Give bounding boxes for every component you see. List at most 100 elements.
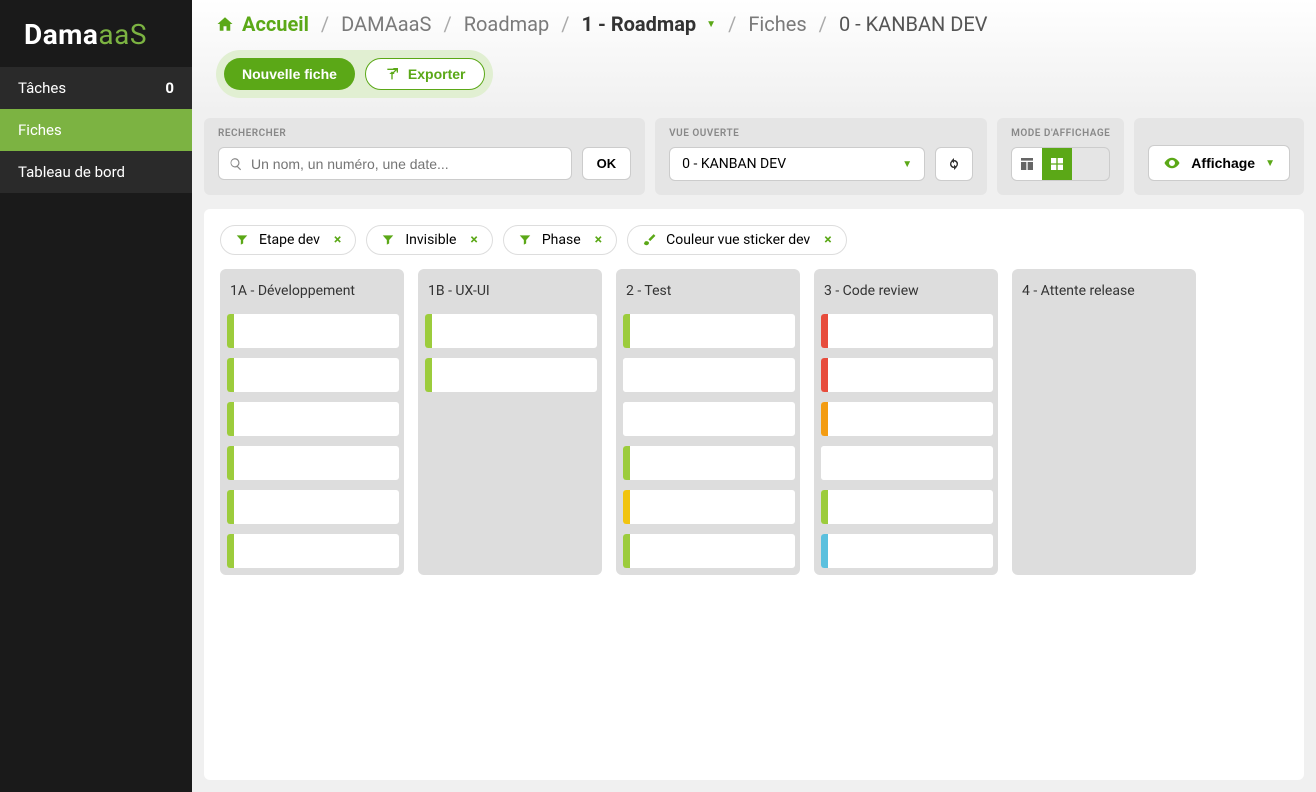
kanban-column: 1B - UX-UI xyxy=(418,269,602,575)
kanban-card-stripe xyxy=(821,446,828,480)
breadcrumb-sep: / xyxy=(722,12,742,36)
kanban-card[interactable] xyxy=(622,445,796,481)
funnel-icon xyxy=(235,233,249,247)
table-icon xyxy=(1019,156,1035,172)
kanban-card-stripe xyxy=(623,358,630,392)
kanban-card[interactable] xyxy=(622,533,796,569)
search-icon xyxy=(229,157,243,171)
search-input[interactable] xyxy=(251,156,561,172)
filter-chip[interactable]: Couleur vue sticker dev × xyxy=(627,225,847,255)
kanban-card[interactable] xyxy=(424,313,598,349)
logo-prefix: Dama xyxy=(24,18,98,51)
sidebar-item-label: Tâches xyxy=(18,79,66,97)
kanban-column-title: 1A - Développement xyxy=(220,269,404,309)
kanban-column-title: 2 - Test xyxy=(616,269,800,309)
display-panel: Affichage ▼ xyxy=(1134,118,1304,195)
view-select-value: 0 - KANBAN DEV xyxy=(682,156,786,172)
kanban-card-list xyxy=(418,309,602,399)
kanban-card-stripe xyxy=(821,402,828,436)
search-input-wrap[interactable] xyxy=(218,147,572,180)
view-select[interactable]: 0 - KANBAN DEV ▼ xyxy=(669,147,925,181)
kanban-card[interactable] xyxy=(820,313,994,349)
kanban-card[interactable] xyxy=(622,489,796,525)
kanban-card-stripe xyxy=(821,314,828,348)
breadcrumb-fiches[interactable]: Fiches xyxy=(748,12,806,36)
close-icon[interactable]: × xyxy=(466,232,481,248)
breadcrumb-sep: / xyxy=(437,12,457,36)
mode-label: MODE D'AFFICHAGE xyxy=(1011,128,1110,139)
kanban-card-stripe xyxy=(227,358,234,392)
sidebar: DamaaaS Tâches0 Fiches Tableau de bord xyxy=(0,0,192,792)
breadcrumb-damaaas[interactable]: DAMAaaS xyxy=(341,12,431,36)
caret-down-icon: ▼ xyxy=(902,159,912,170)
kanban-card[interactable] xyxy=(226,489,400,525)
brush-icon xyxy=(642,233,656,247)
mode-kanban-button[interactable] xyxy=(1042,148,1072,180)
kanban-card[interactable] xyxy=(226,401,400,437)
sidebar-item-tâches[interactable]: Tâches0 xyxy=(0,67,192,109)
kanban-card[interactable] xyxy=(622,357,796,393)
kanban-card[interactable] xyxy=(820,357,994,393)
close-icon[interactable]: × xyxy=(820,232,835,248)
kanban-card-stripe xyxy=(227,446,234,480)
kanban-card[interactable] xyxy=(622,401,796,437)
filter-chip-label: Phase xyxy=(542,232,581,248)
export-button[interactable]: Exporter xyxy=(365,58,485,90)
kanban-card[interactable] xyxy=(820,401,994,437)
kanban-card-stripe xyxy=(425,314,432,348)
sidebar-item-fiches[interactable]: Fiches xyxy=(0,109,192,151)
close-icon[interactable]: × xyxy=(330,232,345,248)
view-panel: VUE OUVERTE 0 - KANBAN DEV ▼ xyxy=(655,118,987,195)
breadcrumb-current[interactable]: 1 - Roadmap ▼ xyxy=(582,12,717,36)
kanban-column: 3 - Code review xyxy=(814,269,998,575)
display-button[interactable]: Affichage ▼ xyxy=(1148,145,1290,181)
kanban-card[interactable] xyxy=(226,313,400,349)
display-label: Affichage xyxy=(1191,155,1255,171)
refresh-button[interactable] xyxy=(935,147,973,181)
kanban-card-list xyxy=(1012,309,1196,319)
export-label: Exporter xyxy=(408,66,466,82)
breadcrumb-sep: / xyxy=(813,12,833,36)
breadcrumb-sep: / xyxy=(555,12,575,36)
kanban-card[interactable] xyxy=(622,313,796,349)
kanban-card[interactable] xyxy=(226,533,400,569)
kanban-card[interactable] xyxy=(820,445,994,481)
breadcrumb-home[interactable]: Accueil xyxy=(216,12,309,36)
kanban-columns: 1A - Développement 1B - UX-UI 2 - Test 3 - … xyxy=(220,269,1288,764)
filter-chip[interactable]: Phase × xyxy=(503,225,617,255)
kanban-card[interactable] xyxy=(820,533,994,569)
caret-down-icon: ▼ xyxy=(1265,158,1275,169)
kanban-card-stripe xyxy=(821,490,828,524)
filter-chips: Etape dev×Invisible×Phase×Couleur vue st… xyxy=(220,225,1288,255)
new-fiche-button[interactable]: Nouvelle fiche xyxy=(224,58,355,90)
filter-chip-label: Couleur vue sticker dev xyxy=(666,232,810,248)
close-icon[interactable]: × xyxy=(591,232,606,248)
kanban-card[interactable] xyxy=(424,357,598,393)
caret-down-icon: ▼ xyxy=(706,19,716,30)
kanban-card-stripe xyxy=(227,314,234,348)
breadcrumb-current-label: 1 - Roadmap xyxy=(582,12,697,36)
kanban-card-list xyxy=(616,309,800,575)
logo-suffix: aaS xyxy=(98,18,147,51)
kanban-card-stripe xyxy=(227,402,234,436)
home-icon xyxy=(216,15,234,33)
search-panel: RECHERCHER OK xyxy=(204,118,645,195)
kanban-column: 4 - Attente release xyxy=(1012,269,1196,575)
kanban-card[interactable] xyxy=(226,445,400,481)
export-icon xyxy=(384,66,400,82)
funnel-icon xyxy=(518,233,532,247)
eye-icon xyxy=(1163,154,1181,172)
kanban-card[interactable] xyxy=(226,357,400,393)
board: Etape dev×Invisible×Phase×Couleur vue st… xyxy=(204,209,1304,780)
kanban-card[interactable] xyxy=(820,489,994,525)
breadcrumb-roadmap[interactable]: Roadmap xyxy=(464,12,550,36)
sidebar-item-label: Fiches xyxy=(18,121,62,139)
filter-chip[interactable]: Etape dev× xyxy=(220,225,356,255)
mode-table-button[interactable] xyxy=(1012,148,1042,180)
actions-row: Nouvelle fiche Exporter xyxy=(216,50,493,98)
kanban-column-title: 1B - UX-UI xyxy=(418,269,602,309)
kanban-card-stripe xyxy=(623,314,630,348)
sidebar-item-tableau-de-bord[interactable]: Tableau de bord xyxy=(0,151,192,193)
filter-chip[interactable]: Invisible× xyxy=(366,225,492,255)
search-ok-button[interactable]: OK xyxy=(582,147,632,180)
